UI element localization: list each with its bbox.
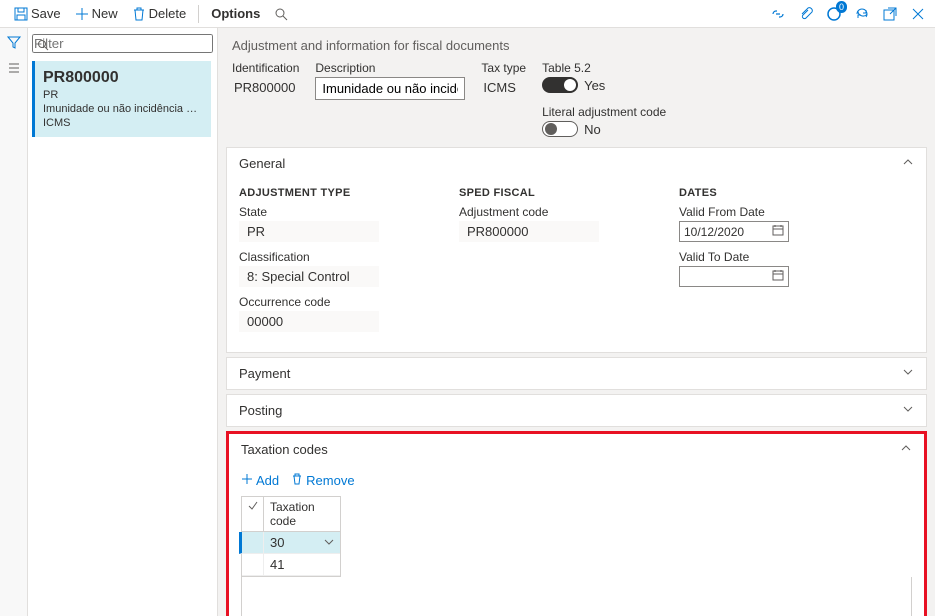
- remove-label: Remove: [306, 473, 354, 488]
- description-label: Description: [315, 61, 465, 75]
- taxation-grid: Taxation code 30 41: [241, 496, 341, 577]
- left-rail: [0, 28, 28, 616]
- adjcode-label: Adjustment code: [459, 205, 599, 219]
- delete-button[interactable]: Delete: [126, 4, 193, 23]
- funnel-icon[interactable]: [6, 34, 22, 50]
- plus-icon: [75, 7, 89, 21]
- content-area: Adjustment and information for fiscal do…: [218, 28, 935, 616]
- list-icon[interactable]: [6, 60, 22, 76]
- calendar-icon: [772, 224, 784, 239]
- save-icon: [14, 7, 28, 21]
- plus-icon: [241, 473, 253, 488]
- cell-value: 41: [270, 557, 284, 572]
- select-all-checkbox[interactable]: [242, 497, 264, 531]
- chevron-up-icon: [900, 442, 912, 457]
- trash-icon: [291, 473, 303, 488]
- posting-section: Posting: [226, 394, 927, 427]
- action-bar: Save New Delete Options 0: [0, 0, 935, 28]
- literal-label: Literal adjustment code: [542, 105, 666, 119]
- sidebar-item-title: PR800000: [43, 69, 203, 87]
- sidebar-item-line2: Imunidade ou não incidência do im...: [43, 103, 203, 115]
- filter-search-icon: [37, 39, 49, 54]
- remove-button[interactable]: Remove: [291, 473, 354, 488]
- identification-label: Identification: [232, 61, 299, 75]
- general-title: General: [239, 156, 285, 171]
- page-title: Adjustment and information for fiscal do…: [232, 38, 921, 53]
- sidebar: PR800000 PR Imunidade ou não incidência …: [28, 28, 218, 616]
- adjtype-heading: ADJUSTMENT TYPE: [239, 187, 379, 199]
- filter-input[interactable]: [32, 34, 213, 53]
- options-button[interactable]: Options: [205, 4, 266, 23]
- search-button[interactable]: [268, 5, 294, 23]
- link-icon[interactable]: [769, 5, 787, 23]
- posting-header[interactable]: Posting: [227, 395, 926, 426]
- refresh-icon[interactable]: [853, 5, 871, 23]
- taxation-title: Taxation codes: [241, 442, 328, 457]
- taxtype-value: ICMS: [481, 77, 526, 98]
- badge-count: 0: [836, 1, 847, 13]
- new-label: New: [92, 6, 118, 21]
- search-icon: [274, 7, 288, 21]
- general-section: General ADJUSTMENT TYPE State PR Classif…: [226, 147, 927, 353]
- taxtype-label: Tax type: [481, 61, 526, 75]
- table52-label: Table 5.2: [542, 61, 666, 75]
- trash-icon: [132, 7, 146, 21]
- save-button[interactable]: Save: [8, 4, 67, 23]
- adjcode-value[interactable]: PR800000: [459, 221, 599, 242]
- dates-heading: DATES: [679, 187, 789, 199]
- sidebar-item-line3: ICMS: [43, 117, 203, 129]
- chevron-up-icon: [902, 156, 914, 171]
- column-header[interactable]: Taxation code: [264, 497, 340, 531]
- add-button[interactable]: Add: [241, 473, 279, 488]
- literal-value: No: [584, 122, 601, 137]
- options-label: Options: [211, 6, 260, 21]
- cell-value: 30: [270, 535, 284, 550]
- delete-label: Delete: [149, 6, 187, 21]
- validfrom-value: 10/12/2020: [684, 225, 744, 239]
- table-row[interactable]: 41: [242, 554, 340, 576]
- payment-title: Payment: [239, 366, 290, 381]
- calendar-icon: [772, 269, 784, 284]
- save-label: Save: [31, 6, 61, 21]
- notification-icon[interactable]: 0: [825, 5, 843, 23]
- state-label: State: [239, 205, 379, 219]
- occurrence-value[interactable]: 00000: [239, 311, 379, 332]
- popout-icon[interactable]: [881, 5, 899, 23]
- validfrom-label: Valid From Date: [679, 205, 789, 219]
- taxation-section: Taxation codes Add Remove: [226, 431, 927, 616]
- attachment-icon[interactable]: [797, 5, 815, 23]
- payment-section: Payment: [226, 357, 927, 390]
- close-icon[interactable]: [909, 5, 927, 23]
- chevron-down-icon[interactable]: [324, 535, 334, 550]
- occurrence-label: Occurrence code: [239, 295, 379, 309]
- divider: [198, 5, 199, 23]
- sidebar-item-line1: PR: [43, 89, 203, 101]
- add-label: Add: [256, 473, 279, 488]
- literal-toggle[interactable]: [542, 121, 578, 137]
- chevron-down-icon: [902, 403, 914, 418]
- sped-heading: SPED FISCAL: [459, 187, 599, 199]
- validto-label: Valid To Date: [679, 250, 789, 264]
- validfrom-input[interactable]: 10/12/2020: [679, 221, 789, 242]
- general-header[interactable]: General: [227, 148, 926, 179]
- description-input[interactable]: [315, 77, 465, 100]
- classification-label: Classification: [239, 250, 379, 264]
- classification-value[interactable]: 8: Special Control: [239, 266, 379, 287]
- taxation-header[interactable]: Taxation codes: [229, 434, 924, 465]
- payment-header[interactable]: Payment: [227, 358, 926, 389]
- table-row[interactable]: 30: [239, 532, 340, 554]
- table52-value: Yes: [584, 78, 605, 93]
- table52-toggle[interactable]: [542, 77, 578, 93]
- state-value[interactable]: PR: [239, 221, 379, 242]
- validto-input[interactable]: [679, 266, 789, 287]
- posting-title: Posting: [239, 403, 282, 418]
- new-button[interactable]: New: [69, 4, 124, 23]
- chevron-down-icon: [902, 366, 914, 381]
- grid-empty-area: [241, 577, 912, 616]
- identification-value: PR800000: [232, 77, 299, 98]
- sidebar-item[interactable]: PR800000 PR Imunidade ou não incidência …: [32, 61, 211, 137]
